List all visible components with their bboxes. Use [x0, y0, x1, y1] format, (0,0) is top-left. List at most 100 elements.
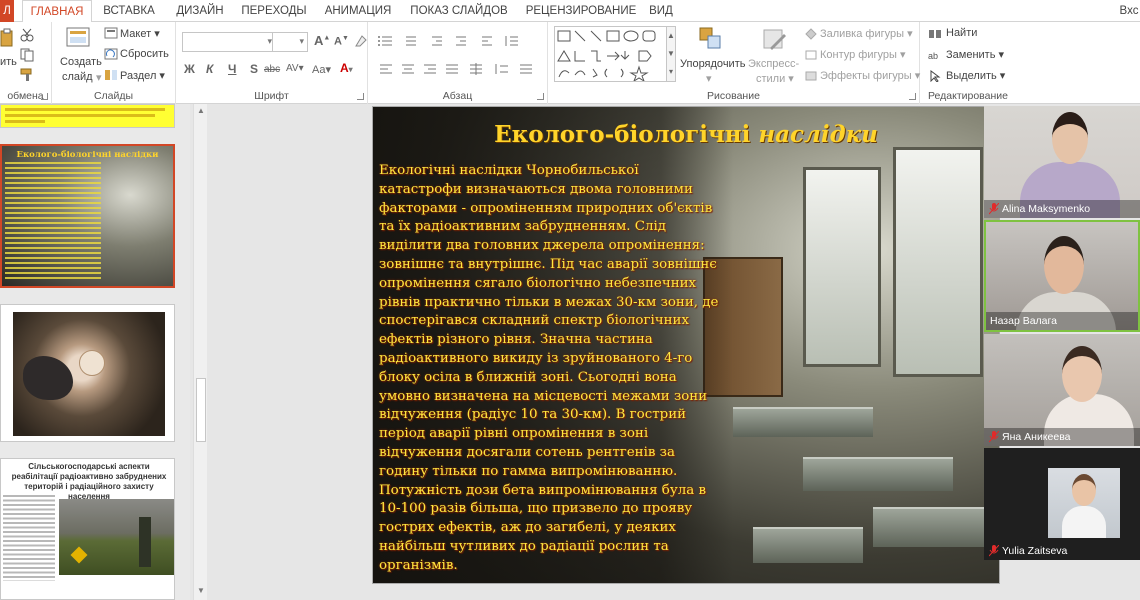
- thumb1-text-line: [5, 114, 155, 117]
- slide-body-text[interactable]: Екологічні наслідки Чорнобильської катас…: [379, 162, 724, 576]
- paste-icon[interactable]: [0, 28, 14, 48]
- font-size-select[interactable]: [272, 32, 308, 52]
- participant-name-bar: Яна Аникеева: [984, 428, 1140, 446]
- list-buttons-row[interactable]: [378, 34, 538, 48]
- quick-styles-icon[interactable]: [760, 26, 788, 54]
- grow-font-button[interactable]: A▲: [314, 33, 330, 48]
- shapes-gallery-scroll[interactable]: ▲ ▼ ▾: [666, 26, 676, 82]
- thumbnail-slide-4[interactable]: Сільськогосподарські аспекти реабілітаці…: [0, 458, 175, 600]
- tab-design[interactable]: ДИЗАЙН: [168, 0, 232, 22]
- tab-review[interactable]: РЕЦЕНЗИРОВАНИЕ: [520, 0, 642, 22]
- strikethrough-button[interactable]: abc: [264, 64, 280, 75]
- tab-transitions[interactable]: ПЕРЕХОДЫ: [236, 0, 312, 22]
- bold-button[interactable]: Ж: [184, 62, 195, 76]
- group-label-drawing: Рисование: [707, 90, 760, 102]
- clipboard-launcher[interactable]: [41, 93, 48, 100]
- group-editing: Найти ab Заменить ▾ Выделить ▾ Редактиро…: [920, 22, 1016, 104]
- group-clipboard: ить обмена: [0, 22, 52, 104]
- clear-formatting-icon[interactable]: [354, 34, 368, 48]
- ribbon: ить обмена Создать слайд ▾ Макет ▾ Сброс…: [0, 22, 1140, 104]
- tab-file[interactable]: Л: [0, 0, 14, 22]
- shapes-gallery[interactable]: [554, 26, 674, 83]
- new-slide-icon[interactable]: [66, 26, 92, 50]
- italic-button[interactable]: К: [206, 62, 213, 76]
- thumbnail-scrollbar[interactable]: ▲ ▼: [193, 104, 207, 600]
- thumbnail-slide-1[interactable]: [0, 104, 175, 128]
- shrink-font-button[interactable]: A▼: [334, 35, 349, 48]
- select-label: Выделить: [946, 70, 997, 82]
- font-launcher[interactable]: [357, 93, 364, 100]
- shadow-button[interactable]: S: [250, 62, 258, 76]
- quick-styles-label-2[interactable]: стили ▾: [756, 72, 794, 85]
- mic-muted-icon: [989, 431, 999, 443]
- thumbnail-slide-2-active[interactable]: Еколого-біологічні наслідки: [0, 144, 175, 288]
- section-button[interactable]: Раздел ▾: [120, 69, 165, 82]
- group-label-paragraph: Абзац: [442, 90, 473, 102]
- classroom-window: [803, 167, 881, 367]
- participant-shoulders: [1062, 506, 1106, 538]
- participant-video-2-active-speaker[interactable]: Назар Валага: [984, 220, 1140, 332]
- slide-title[interactable]: Еколого-біологічні наслідки: [373, 121, 999, 148]
- arrange-dropdown-icon[interactable]: ▾: [706, 72, 712, 85]
- copy-icon[interactable]: [20, 48, 36, 62]
- participant-video-1[interactable]: Alina Maksymenko: [984, 106, 1140, 218]
- underline-button[interactable]: Ч: [228, 62, 236, 76]
- new-slide-dropdown-icon[interactable]: ▾: [96, 71, 102, 84]
- thumb1-text-line: [5, 120, 45, 123]
- find-button[interactable]: Найти: [946, 27, 977, 39]
- reset-button[interactable]: Сбросить: [120, 48, 169, 60]
- font-color-button[interactable]: A▾: [340, 61, 353, 75]
- quick-styles-label-1[interactable]: Экспресс-: [748, 58, 799, 70]
- paste-button-label[interactable]: ить: [0, 56, 17, 68]
- font-name-select[interactable]: [182, 32, 276, 52]
- new-slide-label-2[interactable]: слайд: [62, 71, 93, 83]
- shape-effects-icon: [805, 71, 817, 81]
- doll-hair-shape: [23, 356, 73, 400]
- new-slide-label-1[interactable]: Создать: [60, 56, 102, 68]
- scroll-down-arrow[interactable]: ▼: [197, 586, 205, 595]
- shrink-font-glyph: A: [334, 35, 342, 48]
- doll-head-shape: [79, 350, 105, 376]
- participant-face: [1072, 474, 1096, 506]
- arrange-icon[interactable]: [698, 26, 724, 52]
- slide-title-regular: Еколого-біологічні: [494, 121, 759, 148]
- layout-button[interactable]: Макет ▾: [120, 27, 160, 40]
- reset-icon: [104, 48, 118, 60]
- paragraph-launcher[interactable]: [537, 93, 544, 100]
- tab-home[interactable]: ГЛАВНАЯ: [22, 0, 92, 23]
- replace-button[interactable]: Заменить ▾: [946, 48, 1004, 61]
- cut-icon[interactable]: [20, 28, 34, 42]
- scroll-thumb[interactable]: [196, 378, 206, 442]
- alignment-buttons-row[interactable]: [378, 62, 538, 76]
- signin-link[interactable]: Вхс: [1118, 0, 1140, 22]
- mic-muted-icon: [989, 203, 999, 215]
- tab-animation[interactable]: АНИМАЦИЯ: [318, 0, 398, 22]
- shape-fill-label: Заливка фигуры: [820, 28, 905, 40]
- scroll-up-arrow[interactable]: ▲: [197, 106, 205, 115]
- format-painter-icon[interactable]: [20, 68, 36, 82]
- shape-outline-icon: [805, 50, 817, 60]
- current-slide[interactable]: Еколого-біологічні наслідки Екологічні н…: [372, 106, 1000, 584]
- shape-effects-button[interactable]: Эффекты фигуры ▾: [820, 69, 920, 82]
- tab-view[interactable]: ВИД: [644, 0, 678, 22]
- char-spacing-button[interactable]: AV▾: [286, 63, 304, 74]
- participant-video-3[interactable]: Яна Аникеева: [984, 334, 1140, 446]
- drawing-launcher[interactable]: [909, 93, 916, 100]
- tab-slideshow[interactable]: ПОКАЗ СЛАЙДОВ: [404, 0, 514, 22]
- layout-icon: [104, 27, 118, 39]
- shape-outline-button[interactable]: Контур фигуры ▾: [820, 48, 906, 61]
- arrange-button[interactable]: Упорядочить: [680, 58, 745, 70]
- thumbnail-slide-3[interactable]: [0, 304, 175, 442]
- tab-insert[interactable]: ВСТАВКА: [96, 0, 162, 22]
- shape-fill-button[interactable]: Заливка фигуры ▾: [820, 27, 913, 40]
- section-icon: [105, 70, 117, 80]
- select-button[interactable]: Выделить ▾: [946, 69, 1005, 82]
- participant-video-4[interactable]: Yulia Zaitseva: [984, 448, 1140, 560]
- participant-name: Alina Maksymenko: [1002, 203, 1091, 215]
- group-font: A▲ A▼ Ж К Ч S abc AV▾ Aa▾ A▾ Шрифт: [176, 22, 368, 104]
- school-desk: [873, 507, 999, 547]
- shapes-gallery-icons: [557, 30, 656, 83]
- change-case-button[interactable]: Aa▾: [312, 63, 331, 76]
- shape-outline-label: Контур фигуры: [820, 49, 897, 61]
- change-case-glyph: Aa: [312, 64, 326, 76]
